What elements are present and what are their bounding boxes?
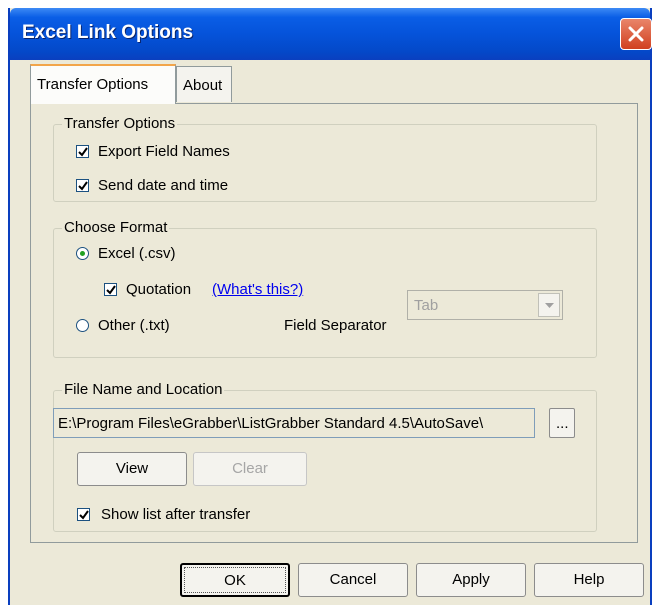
show-list-checkbox[interactable]	[77, 508, 90, 521]
tab-panel: Transfer Options Export Field Names Send…	[30, 103, 638, 543]
cancel-button[interactable]: Cancel	[298, 563, 408, 597]
clear-button[interactable]: Clear	[193, 452, 307, 486]
send-date-time-checkbox[interactable]	[76, 179, 89, 192]
close-icon	[628, 26, 644, 42]
other-txt-radio[interactable]	[76, 319, 89, 332]
other-txt-label[interactable]: Other (.txt)	[98, 317, 170, 334]
export-field-names-checkbox[interactable]	[76, 145, 89, 158]
help-button[interactable]: Help	[534, 563, 644, 597]
field-separator-label: Field Separator	[284, 317, 387, 334]
show-list-label[interactable]: Show list after transfer	[101, 506, 250, 523]
tab-about[interactable]: About	[176, 66, 232, 102]
send-date-time-label[interactable]: Send date and time	[98, 177, 228, 194]
field-separator-select[interactable]: Tab	[407, 290, 563, 320]
close-button[interactable]	[620, 18, 652, 50]
file-location-legend: File Name and Location	[62, 381, 225, 398]
tab-transfer-options[interactable]: Transfer Options	[30, 64, 176, 104]
transfer-options-group: Transfer Options Export Field Names Send…	[53, 115, 597, 202]
excel-link-options-dialog: Excel Link Options Transfer Options Abou…	[8, 8, 652, 605]
choose-format-legend: Choose Format	[62, 219, 170, 236]
whats-this-link[interactable]: (What's this?)	[212, 281, 303, 298]
window-title: Excel Link Options	[22, 22, 194, 43]
browse-button[interactable]: ...	[549, 408, 575, 438]
field-separator-dropdown-button[interactable]	[538, 293, 560, 317]
checkmark-icon	[79, 510, 89, 520]
title-bar[interactable]: Excel Link Options	[10, 8, 652, 60]
excel-csv-radio[interactable]	[76, 247, 89, 260]
browse-button-label: ...	[556, 415, 569, 432]
apply-button[interactable]: Apply	[416, 563, 526, 597]
view-button[interactable]: View	[77, 452, 187, 486]
field-separator-value: Tab	[414, 297, 439, 314]
quotation-checkbox[interactable]	[104, 283, 117, 296]
excel-csv-label[interactable]: Excel (.csv)	[98, 245, 176, 262]
checkmark-icon	[78, 147, 88, 157]
chevron-down-icon	[545, 303, 554, 308]
checkmark-icon	[106, 285, 116, 295]
file-path-field[interactable]: E:\Program Files\eGrabber\ListGrabber St…	[53, 408, 535, 438]
transfer-options-legend: Transfer Options	[62, 115, 178, 132]
quotation-label[interactable]: Quotation	[126, 281, 191, 298]
checkmark-icon	[78, 181, 88, 191]
export-field-names-label[interactable]: Export Field Names	[98, 143, 230, 160]
ok-button[interactable]: OK	[180, 563, 290, 597]
